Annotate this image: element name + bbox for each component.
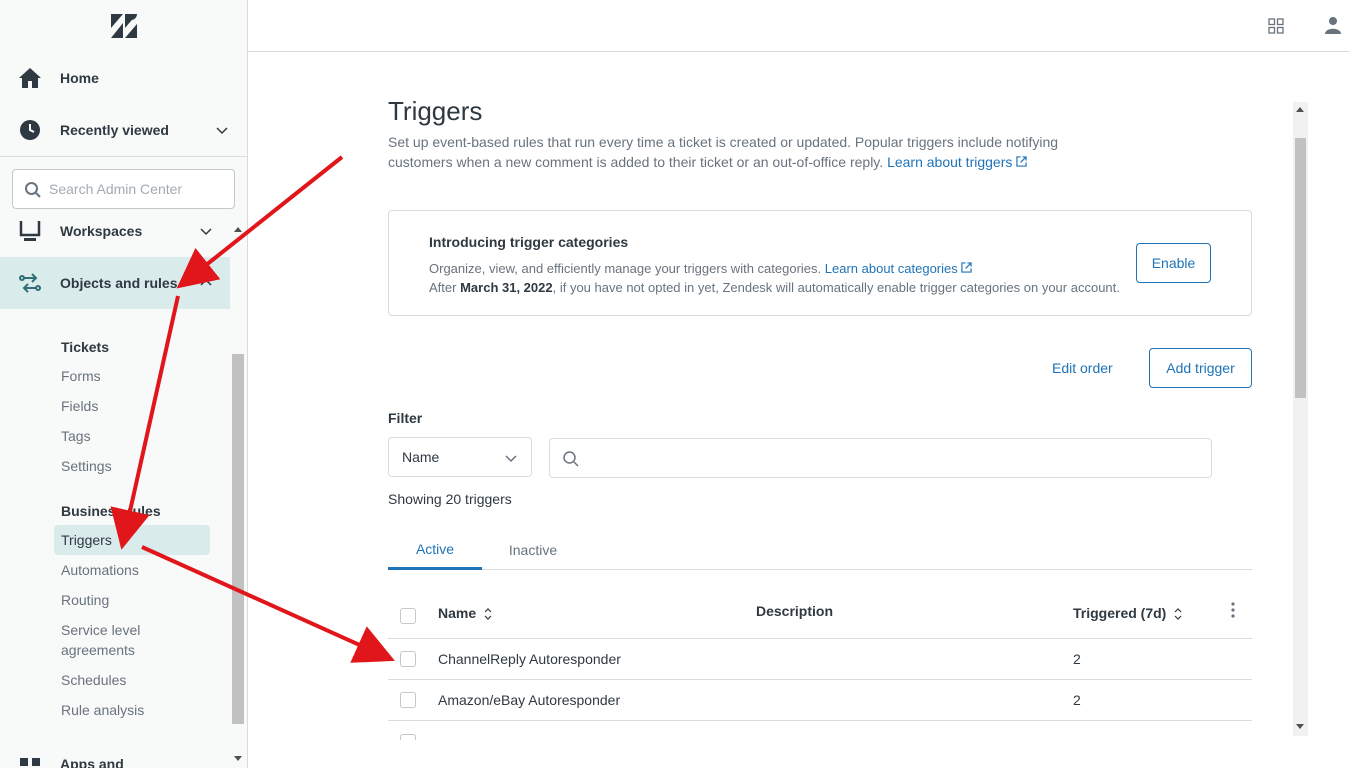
table-header: Name Description Triggered (7d) <box>388 590 1252 639</box>
scroll-up-arrow[interactable] <box>234 227 242 232</box>
chevron-up-icon <box>200 278 212 286</box>
learn-about-categories-link[interactable]: Learn about categories <box>825 261 973 276</box>
trigger-name[interactable]: ChannelReply Autoresponder <box>438 651 621 667</box>
external-link-icon <box>1016 156 1027 167</box>
filter-label: Filter <box>388 410 423 426</box>
sidebar-item-fields[interactable]: Fields <box>61 396 98 416</box>
top-bar <box>248 0 1349 52</box>
page-description: Set up event-based rules that run every … <box>388 132 1088 172</box>
add-trigger-button[interactable]: Add trigger <box>1149 348 1252 388</box>
row-checkbox[interactable] <box>400 651 416 667</box>
enable-button[interactable]: Enable <box>1136 243 1211 283</box>
nav-apps-and-integrations[interactable]: Apps and <box>0 736 247 768</box>
scroll-thumb[interactable] <box>1295 138 1306 398</box>
column-name-label: Name <box>438 605 477 621</box>
nav-workspaces[interactable]: Workspaces <box>0 205 247 257</box>
sidebar-item-automations[interactable]: Automations <box>61 560 139 580</box>
tickets-heading: Tickets <box>61 339 109 355</box>
filter-field-select[interactable]: Name <box>388 437 532 477</box>
banner-line-1-text: Organize, view, and efficiently manage y… <box>429 261 822 276</box>
column-name[interactable]: Name <box>438 605 492 621</box>
table-row[interactable]: Amazon/eBay Autoresponder 2 <box>388 680 1252 721</box>
apps-icon <box>20 758 40 766</box>
sort-icon <box>484 608 492 621</box>
sidebar-item-forms[interactable]: Forms <box>61 366 101 386</box>
sidebar: Home Recently viewed Workspaces <box>0 0 248 768</box>
sort-icon <box>1174 608 1182 621</box>
column-description: Description <box>756 603 834 619</box>
banner-heading: Introducing trigger categories <box>429 234 629 250</box>
zendesk-logo-icon[interactable] <box>110 14 138 38</box>
trigger-name[interactable]: Amazon/eBay Autoresponder <box>438 692 620 708</box>
objects-rules-icon <box>19 273 41 293</box>
search-icon <box>25 182 41 198</box>
sidebar-item-service-level-agreements[interactable]: Service level agreements <box>61 620 171 660</box>
banner-date: March 31, 2022 <box>460 280 553 295</box>
row-checkbox-partial[interactable] <box>400 734 416 740</box>
chevron-down-icon <box>216 127 228 135</box>
sidebar-item-tags[interactable]: Tags <box>61 426 91 446</box>
scroll-down-arrow[interactable] <box>234 756 242 761</box>
main-content: Triggers Set up event-based rules that r… <box>248 52 1349 768</box>
user-avatar-icon[interactable] <box>1324 16 1342 34</box>
banner-line-2-prefix: After <box>429 280 457 295</box>
search-icon <box>563 451 579 467</box>
learn-about-triggers-label: Learn about triggers <box>887 154 1013 170</box>
chevron-down-icon <box>505 455 517 463</box>
select-all-checkbox[interactable] <box>400 608 416 624</box>
nav-home[interactable]: Home <box>0 52 247 104</box>
column-triggered[interactable]: Triggered (7d) <box>1073 605 1182 621</box>
more-options-icon[interactable] <box>1231 602 1235 618</box>
trigger-count: 2 <box>1073 651 1081 667</box>
filter-search-input[interactable] <box>549 438 1212 478</box>
nav-objects-and-rules-label: Objects and rules <box>60 275 178 291</box>
edit-order-button[interactable]: Edit order <box>1052 360 1113 376</box>
product-tray-icon[interactable] <box>1268 18 1284 34</box>
filter-select-value: Name <box>402 449 440 465</box>
nav-objects-and-rules[interactable]: Objects and rules <box>0 257 230 309</box>
main-scrollbar[interactable] <box>1293 102 1308 736</box>
learn-about-triggers-link[interactable]: Learn about triggers <box>887 154 1027 170</box>
trigger-tabs: Active Inactive <box>388 530 1252 570</box>
workspace-icon <box>19 221 41 241</box>
tab-inactive[interactable]: Inactive <box>498 530 568 569</box>
admin-search-input[interactable] <box>49 178 229 200</box>
banner-line-1: Organize, view, and efficiently manage y… <box>429 261 973 276</box>
page-title: Triggers <box>388 96 483 126</box>
learn-about-categories-label: Learn about categories <box>824 261 958 276</box>
tab-active[interactable]: Active <box>388 530 482 570</box>
nav-recently-viewed-label: Recently viewed <box>60 122 169 138</box>
nav-home-label: Home <box>60 70 99 86</box>
home-icon <box>19 68 41 88</box>
trigger-categories-banner: Introducing trigger categories Organize,… <box>388 210 1252 316</box>
nav-recently-viewed[interactable]: Recently viewed <box>0 104 247 156</box>
nav-workspaces-label: Workspaces <box>60 223 143 239</box>
sidebar-divider <box>0 156 247 157</box>
sidebar-item-routing[interactable]: Routing <box>61 590 109 610</box>
sidebar-scrollbar[interactable] <box>231 222 245 768</box>
scroll-up-arrow[interactable] <box>1296 107 1304 112</box>
sidebar-item-rule-analysis[interactable]: Rule analysis <box>61 700 144 720</box>
row-checkbox[interactable] <box>400 692 416 708</box>
results-count: Showing 20 triggers <box>388 491 512 507</box>
business-rules-heading: Business rules <box>61 503 161 519</box>
chevron-down-icon <box>200 228 212 236</box>
admin-search[interactable] <box>12 169 235 209</box>
banner-line-2-suffix: , if you have not opted in yet, Zendesk … <box>552 280 1120 295</box>
external-link-icon <box>961 262 973 273</box>
banner-line-2: After March 31, 2022, if you have not op… <box>429 280 1120 295</box>
scroll-down-arrow[interactable] <box>1296 724 1304 729</box>
trigger-count: 2 <box>1073 692 1081 708</box>
column-triggered-label: Triggered (7d) <box>1073 605 1167 621</box>
clock-icon <box>20 120 40 140</box>
nav-apps-label: Apps and <box>60 756 124 768</box>
table-row[interactable]: ChannelReply Autoresponder 2 <box>388 639 1252 680</box>
sidebar-item-schedules[interactable]: Schedules <box>61 670 126 690</box>
sidebar-item-triggers[interactable]: Triggers <box>54 525 210 555</box>
scroll-thumb[interactable] <box>232 354 244 724</box>
sidebar-item-settings[interactable]: Settings <box>61 456 112 476</box>
